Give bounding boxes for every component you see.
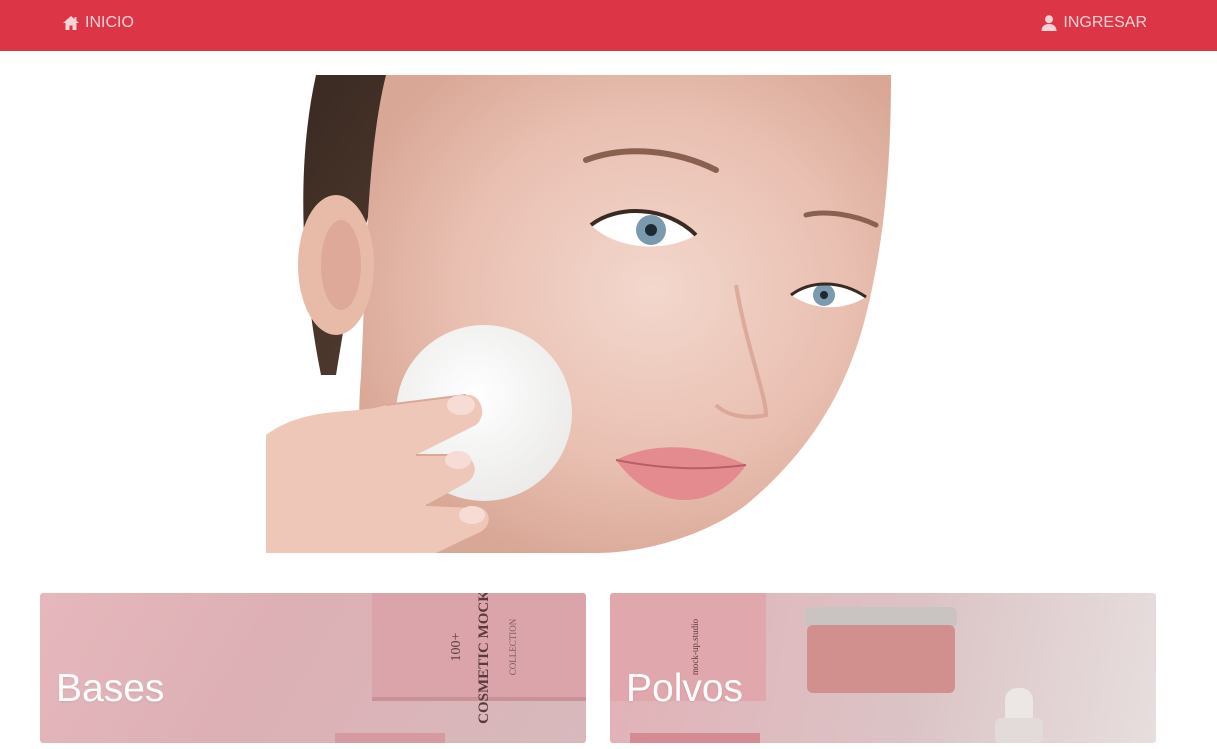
bases-box-text-2: COSMETIC MOCKUP	[476, 593, 492, 724]
nav-home-link[interactable]: INICIO	[62, 12, 134, 34]
category-card-polvos[interactable]: mock-up.studio Polvos	[610, 593, 1156, 743]
category-title-polvos: Polvos	[626, 667, 744, 710]
nav-login-link[interactable]: INGRESAR	[1040, 12, 1147, 34]
bases-box-text-1: 100+	[449, 632, 464, 661]
hero-banner-image	[266, 75, 894, 553]
category-card-bases[interactable]: 100+ COSMETIC MOCKUP COLLECTION Bases	[40, 593, 586, 743]
home-icon	[62, 14, 80, 32]
nav-login-label: INGRESAR	[1063, 14, 1147, 31]
category-title-bases: Bases	[56, 667, 165, 710]
user-icon	[1040, 14, 1058, 32]
nav-home-label: INICIO	[85, 14, 134, 31]
top-navbar: INICIO INGRESAR	[0, 0, 1217, 51]
bases-box-text-3: COLLECTION	[508, 618, 518, 675]
